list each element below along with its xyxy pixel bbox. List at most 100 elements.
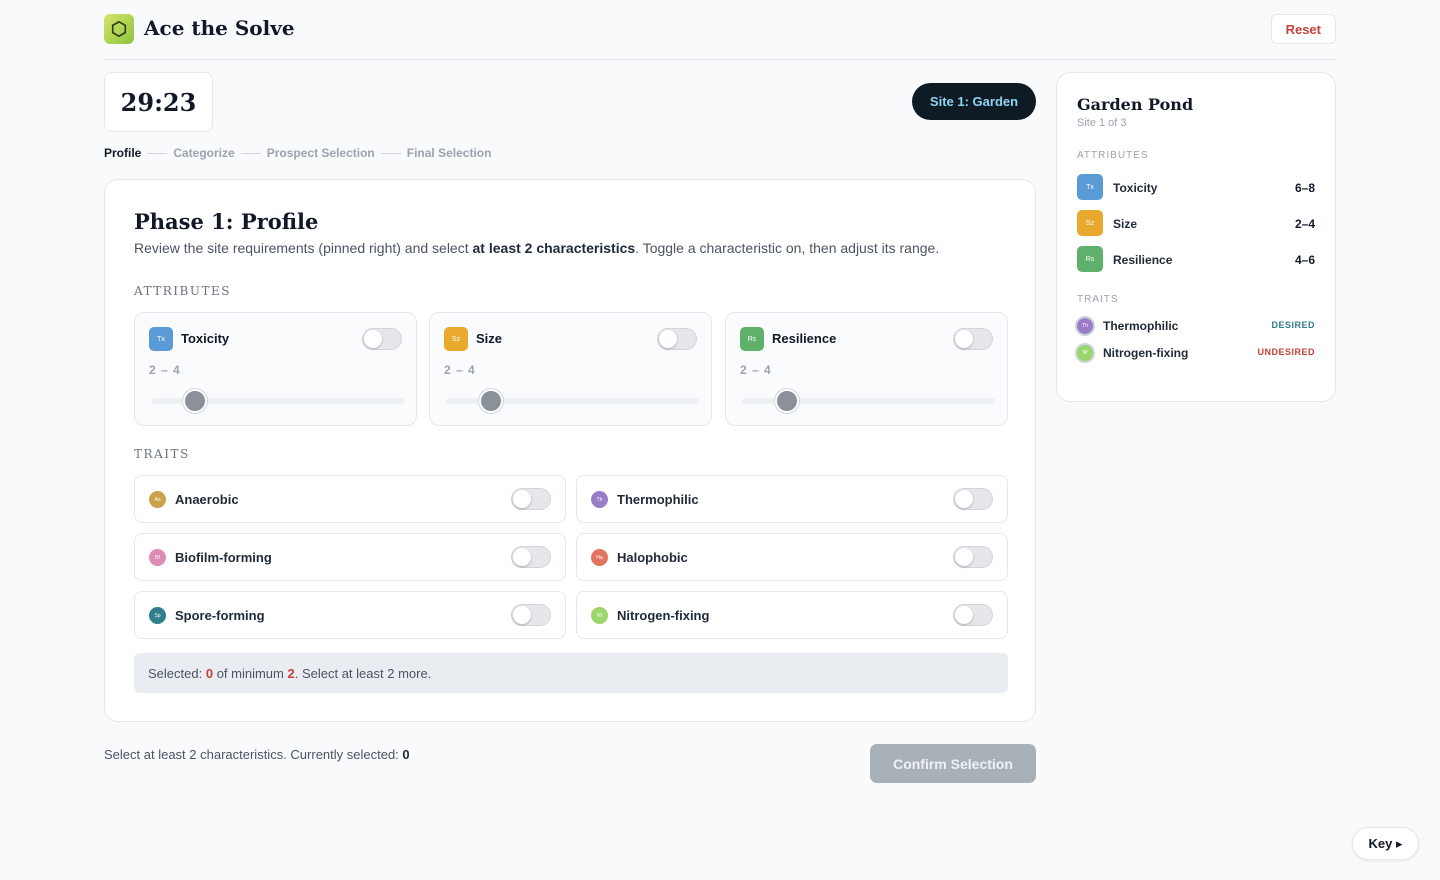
trait-row-biofilm-forming: Bf Biofilm-forming — [134, 533, 566, 581]
nitrogen-fixing-toggle[interactable] — [953, 604, 993, 626]
requirement-thermophilic: Th Thermophilic DESIRED — [1075, 315, 1315, 337]
trait-name: Biofilm-forming — [175, 550, 272, 565]
step-categorize: Categorize — [173, 146, 235, 160]
attributes-heading: ATTRIBUTES — [134, 284, 231, 298]
countdown-timer: 29:23 — [104, 72, 213, 132]
halophobic-dot-icon: Ha — [591, 549, 608, 566]
trait-name: Anaerobic — [175, 492, 239, 507]
key-button[interactable]: Key ▸ — [1352, 827, 1419, 860]
requirement-name: Toxicity — [1113, 181, 1158, 195]
top-bar: Ace the Solve Reset — [104, 0, 1336, 60]
step-final-selection: Final Selection — [406, 146, 492, 160]
notice-text: Selected: — [148, 665, 203, 681]
attribute-name: Toxicity — [181, 331, 230, 346]
trait-name: Thermophilic — [617, 492, 699, 507]
attribute-card-size: Sz Size 2 – 4 — [429, 312, 712, 426]
attribute-name: Size — [476, 331, 503, 346]
sidebar-attributes-heading: ATTRIBUTES — [1077, 150, 1149, 161]
step-profile: Profile — [104, 146, 142, 160]
anaerobic-toggle[interactable] — [511, 488, 551, 510]
site-requirements-panel: Garden Pond Site 1 of 3 ATTRIBUTES Tx To… — [1056, 72, 1336, 402]
toxicity-toggle[interactable] — [362, 328, 402, 350]
step-prospect-selection: Prospect Selection — [266, 146, 375, 160]
requirement-name: Size — [1113, 217, 1138, 231]
size-badge-icon: Sz — [1077, 210, 1103, 236]
attribute-card-toxicity: Tx Toxicity 2 – 4 — [134, 312, 417, 426]
trait-name: Spore-forming — [175, 608, 265, 623]
trait-row-thermophilic: Th Thermophilic — [576, 475, 1008, 523]
attribute-range: 2 – 4 — [740, 363, 772, 377]
logo-hexagon-icon — [104, 14, 134, 44]
attribute-name: Resilience — [772, 331, 837, 346]
site-pill[interactable]: Site 1: Garden — [912, 83, 1036, 120]
attribute-range: 2 – 4 — [149, 363, 181, 377]
selection-notice: Selected: 0 of minimum 2. Select at leas… — [134, 653, 1008, 693]
requirement-nitrogen-fixing: Nf Nitrogen-fixing UNDESIRED — [1075, 342, 1315, 364]
spore-forming-toggle[interactable] — [511, 604, 551, 626]
requirement-name: Nitrogen-fixing — [1103, 346, 1189, 360]
range-slider-thumb[interactable] — [183, 389, 207, 413]
requirement-name: Resilience — [1113, 253, 1173, 267]
trait-row-anaerobic: An Anaerobic — [134, 475, 566, 523]
undesired-tag: UNDESIRED — [1257, 347, 1315, 357]
anaerobic-dot-icon: An — [149, 491, 166, 508]
step-divider — [380, 152, 401, 154]
site-title: Garden Pond — [1077, 95, 1194, 114]
thermophilic-dot-icon: Th — [591, 491, 608, 508]
toxicity-badge-icon: Tx — [149, 327, 173, 351]
biofilm-forming-toggle[interactable] — [511, 546, 551, 568]
requirement-resilience: Rs Resilience 4–6 — [1077, 246, 1315, 272]
trait-row-nitrogen-fixing: Nf Nitrogen-fixing — [576, 591, 1008, 639]
halophobic-toggle[interactable] — [953, 546, 993, 568]
phase-stepper: Profile Categorize Prospect Selection Fi… — [104, 146, 491, 160]
sidebar-traits-heading: TRAITS — [1077, 294, 1119, 305]
traits-heading: TRAITS — [134, 447, 190, 461]
attribute-card-resilience: Rs Resilience 2 – 4 — [725, 312, 1008, 426]
attribute-range: 2 – 4 — [444, 363, 476, 377]
profile-card: Phase 1: Profile Review the site require… — [104, 179, 1036, 722]
resilience-badge-icon: Rs — [1077, 246, 1103, 272]
requirement-value: 6–8 — [1294, 181, 1315, 195]
step-divider — [240, 152, 261, 154]
resilience-badge-icon: Rs — [740, 327, 764, 351]
selected-count: 0 — [205, 665, 214, 681]
range-slider-thumb[interactable] — [479, 389, 503, 413]
desired-tag: DESIRED — [1271, 320, 1315, 330]
site-subtitle: Site 1 of 3 — [1077, 117, 1127, 129]
requirement-name: Thermophilic — [1103, 319, 1179, 333]
requirement-size: Sz Size 2–4 — [1077, 210, 1315, 236]
desc-bold-text: at least 2 characteristics — [472, 240, 636, 256]
trait-name: Nitrogen-fixing — [617, 608, 710, 623]
thermophilic-toggle[interactable] — [953, 488, 993, 510]
footer-text: Select at least 2 characteristics. Curre… — [104, 747, 403, 762]
minimum-count: 2 — [287, 665, 295, 681]
reset-button[interactable]: Reset — [1270, 14, 1336, 44]
trait-name: Halophobic — [617, 550, 688, 565]
nitrogen-fixing-dot-icon: Nf — [1075, 343, 1095, 363]
footer-selected-count: 0 — [402, 747, 410, 762]
confirm-selection-button[interactable]: Confirm Selection — [870, 744, 1036, 783]
notice-text: of minimum — [216, 665, 284, 681]
phase-title: Phase 1: Profile — [134, 209, 319, 234]
thermophilic-dot-icon: Th — [1075, 316, 1095, 336]
requirement-toxicity: Tx Toxicity 6–8 — [1077, 174, 1315, 200]
requirement-value: 4–6 — [1294, 253, 1315, 267]
desc-text: . Toggle a characteristic on, then adjus… — [635, 240, 940, 256]
size-toggle[interactable] — [657, 328, 697, 350]
toxicity-badge-icon: Tx — [1077, 174, 1103, 200]
desc-text: Review the site requirements (pinned rig… — [134, 240, 473, 256]
nitrogen-fixing-dot-icon: Nf — [591, 607, 608, 624]
notice-text: . Select at least 2 more. — [294, 665, 432, 681]
size-badge-icon: Sz — [444, 327, 468, 351]
biofilm-forming-dot-icon: Bf — [149, 549, 166, 566]
trait-row-halophobic: Ha Halophobic — [576, 533, 1008, 581]
range-slider-thumb[interactable] — [775, 389, 799, 413]
requirement-value: 2–4 — [1294, 217, 1315, 231]
footer-note: Select at least 2 characteristics. Curre… — [104, 747, 410, 762]
trait-row-spore-forming: Sp Spore-forming — [134, 591, 566, 639]
step-divider — [147, 152, 168, 154]
brand-title: Ace the Solve — [144, 16, 295, 40]
phase-description: Review the site requirements (pinned rig… — [134, 240, 939, 256]
resilience-toggle[interactable] — [953, 328, 993, 350]
spore-forming-dot-icon: Sp — [149, 607, 166, 624]
